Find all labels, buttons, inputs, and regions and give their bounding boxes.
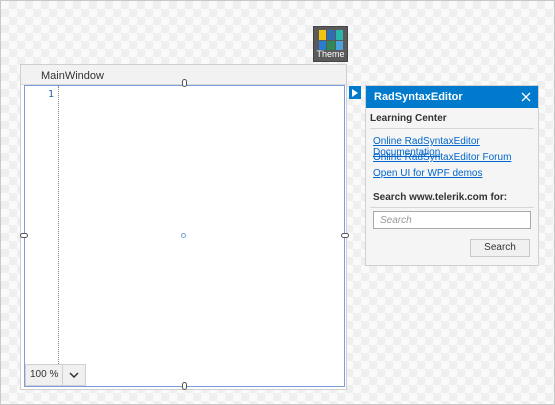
theme-swatch [335, 30, 343, 40]
theme-swatches-icon [319, 30, 343, 50]
smart-tag-panel: RadSyntaxEditor Learning Center Online R… [365, 85, 539, 266]
window-title: MainWindow [41, 70, 104, 82]
divider [370, 207, 534, 208]
smart-tag-toggle[interactable] [349, 86, 361, 99]
theme-swatch [327, 30, 335, 40]
theme-swatch [319, 30, 327, 40]
search-title: Search www.telerik.com for: [373, 192, 508, 203]
zoom-value: 100 % [26, 365, 64, 385]
resize-handle-top[interactable] [182, 79, 187, 87]
resize-handle-bottom[interactable] [182, 382, 187, 390]
panel-header: RadSyntaxEditor [366, 86, 538, 108]
search-input[interactable] [373, 211, 531, 229]
link-demos[interactable]: Open UI for WPF demos [373, 168, 482, 179]
theme-button[interactable]: Theme [313, 26, 348, 62]
center-adorner [181, 233, 186, 238]
triangle-right-icon [352, 88, 358, 97]
theme-button-label: Theme [316, 49, 345, 59]
zoom-combobox[interactable]: 100 % [25, 364, 86, 386]
resize-handle-right[interactable] [341, 233, 349, 238]
chevron-down-icon[interactable] [63, 365, 85, 385]
panel-title: RadSyntaxEditor [374, 91, 463, 103]
close-icon[interactable] [520, 91, 532, 103]
link-forum[interactable]: Online RadSyntaxEditor Forum [373, 152, 511, 163]
search-button[interactable]: Search [470, 239, 530, 257]
resize-handle-left[interactable] [20, 233, 28, 238]
divider [370, 128, 534, 129]
learning-center-title: Learning Center [370, 113, 447, 124]
